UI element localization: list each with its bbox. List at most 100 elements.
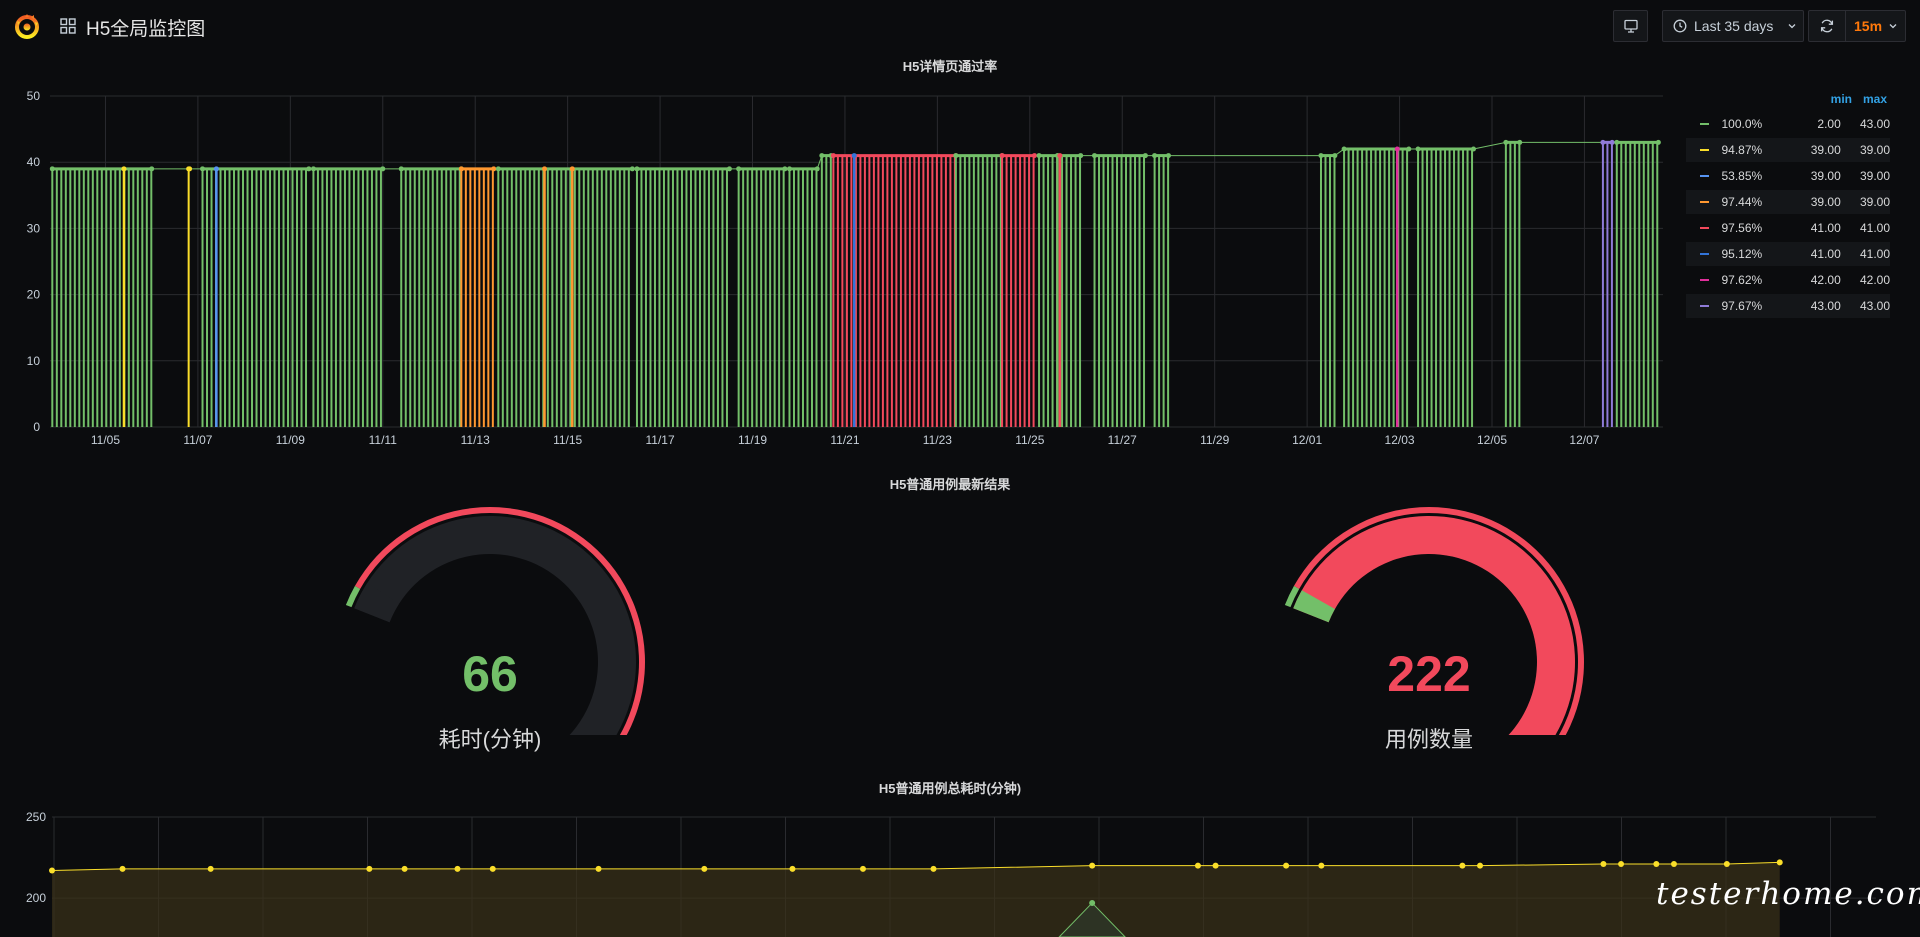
- bar-segment: [1415, 146, 1477, 427]
- legend-color-swatch[interactable]: [1700, 201, 1710, 203]
- legend-min-value: 42.00: [1810, 273, 1841, 287]
- legend-series-name[interactable]: 53.85%: [1721, 169, 1795, 183]
- data-point: [1653, 861, 1660, 868]
- total-time-panel-title[interactable]: H5普通用例总耗时(分钟): [700, 778, 1200, 797]
- bar-segment: [1614, 139, 1661, 427]
- legend-min-value: 39.00: [1810, 169, 1841, 183]
- legend-row[interactable]: 97.62% 42.00 42.00: [1686, 268, 1890, 292]
- y-tick-label: 50: [27, 89, 41, 103]
- legend-min-header[interactable]: min: [1804, 92, 1852, 112]
- legend-series-name[interactable]: 95.12%: [1721, 247, 1795, 261]
- data-point: [1212, 862, 1219, 869]
- legend-max-value: 43.00: [1859, 299, 1890, 313]
- legend-color-swatch[interactable]: [1700, 305, 1710, 307]
- legend-color-swatch[interactable]: [1700, 279, 1710, 281]
- data-point: [119, 865, 126, 872]
- data-point: [999, 153, 1005, 159]
- data-point: [1776, 859, 1783, 866]
- clock-icon: [1673, 19, 1687, 33]
- legend-series-name[interactable]: 97.56%: [1721, 221, 1795, 235]
- y-tick-label: 200: [26, 891, 46, 905]
- marker-point: [542, 166, 548, 172]
- refresh-icon: [1820, 19, 1834, 33]
- legend-color-swatch[interactable]: [1700, 123, 1710, 125]
- legend-row[interactable]: 53.85% 39.00 39.00: [1686, 164, 1890, 188]
- legend-row[interactable]: 97.56% 41.00 41.00: [1686, 216, 1890, 240]
- pass-rate-panel-title[interactable]: H5详情页通过率: [700, 56, 1200, 75]
- tv-mode-button[interactable]: [1613, 10, 1648, 42]
- legend-max-value: 39.00: [1859, 143, 1890, 157]
- data-point: [380, 166, 386, 172]
- legend-row[interactable]: 94.87% 39.00 39.00: [1686, 138, 1890, 162]
- legend-max-value: 39.00: [1859, 195, 1890, 209]
- data-point: [306, 166, 312, 172]
- bar-segment: [310, 166, 386, 427]
- legend-series-name[interactable]: 97.67%: [1721, 299, 1795, 313]
- marker-point: [1394, 146, 1400, 152]
- marker-point: [213, 166, 219, 172]
- data-point: [736, 166, 742, 172]
- legend-row[interactable]: 100.0% 2.00 43.00: [1686, 112, 1890, 136]
- bar-segment: [1092, 153, 1148, 427]
- data-point: [1618, 861, 1625, 868]
- x-tick-label: 11/27: [1108, 433, 1137, 447]
- chevron-down-icon: [1788, 24, 1796, 29]
- x-tick-label: 12/03: [1385, 433, 1415, 447]
- x-tick-label: 11/13: [461, 433, 490, 447]
- legend-series-name[interactable]: 94.87%: [1721, 143, 1795, 157]
- data-point: [789, 865, 796, 872]
- data-point: [1332, 153, 1338, 159]
- time-range-picker[interactable]: Last 35 days: [1662, 10, 1804, 42]
- x-tick-label: 11/05: [91, 433, 120, 447]
- data-point: [830, 153, 836, 159]
- data-point: [1415, 146, 1421, 152]
- data-point: [495, 166, 501, 172]
- grafana-logo-icon[interactable]: [12, 11, 42, 41]
- legend-color-swatch[interactable]: [1700, 149, 1710, 151]
- dashboard-title[interactable]: H5全局监控图: [86, 14, 205, 41]
- legend-series-name[interactable]: 97.44%: [1721, 195, 1795, 209]
- refresh-button[interactable]: [1809, 11, 1846, 41]
- y-tick-label: 30: [27, 221, 41, 235]
- data-point: [1194, 862, 1201, 869]
- data-point: [401, 865, 408, 872]
- data-point: [782, 166, 788, 172]
- legend-color-swatch[interactable]: [1700, 227, 1710, 229]
- x-tick-label: 12/07: [1569, 433, 1599, 447]
- legend-series-name[interactable]: 97.62%: [1721, 273, 1795, 287]
- data-point: [1036, 153, 1042, 159]
- data-point: [1723, 861, 1730, 868]
- data-point: [1600, 861, 1607, 868]
- x-tick-label: 11/25: [1015, 433, 1044, 447]
- top-navbar: H5全局监控图 Last 35 days 15m: [0, 0, 1920, 52]
- data-point: [634, 166, 640, 172]
- x-tick-label: 11/09: [276, 433, 305, 447]
- latest-result-panel-title[interactable]: H5普通用例最新结果: [700, 474, 1200, 493]
- legend-color-swatch[interactable]: [1700, 175, 1710, 177]
- legend-row[interactable]: 97.67% 43.00 43.00: [1686, 294, 1890, 318]
- marker-point: [851, 153, 857, 159]
- data-point: [491, 166, 497, 172]
- legend-series-name[interactable]: 100.0%: [1721, 117, 1795, 131]
- data-point: [49, 867, 55, 874]
- data-point: [1078, 153, 1084, 159]
- data-point: [49, 166, 55, 172]
- refresh-picker[interactable]: 15m: [1808, 10, 1906, 42]
- legend-max-value: 41.00: [1859, 221, 1890, 235]
- legend-max-header[interactable]: max: [1852, 92, 1887, 112]
- chevron-down-icon: [1889, 24, 1897, 29]
- line-area-fill: [52, 862, 1780, 937]
- y-tick-label: 0: [33, 420, 40, 434]
- bar-segment: [1341, 146, 1412, 427]
- data-point: [1089, 862, 1096, 869]
- data-point: [187, 166, 193, 172]
- legend-row[interactable]: 95.12% 41.00 41.00: [1686, 242, 1890, 266]
- total-time-chart[interactable]: 200 250: [0, 797, 1920, 937]
- legend-row[interactable]: 97.44% 39.00 39.00: [1686, 190, 1890, 214]
- bar-segment: [736, 166, 788, 427]
- testerhome-watermark: testerhome.com: [1656, 876, 1920, 912]
- data-point: [701, 865, 708, 872]
- legend-color-swatch[interactable]: [1700, 253, 1710, 255]
- refresh-interval-label: 15m: [1854, 18, 1883, 34]
- pass-rate-chart[interactable]: 0 10 20 30 40 50 11/05 11/07 11/09 11/11 11/13 11/1…: [0, 80, 1680, 470]
